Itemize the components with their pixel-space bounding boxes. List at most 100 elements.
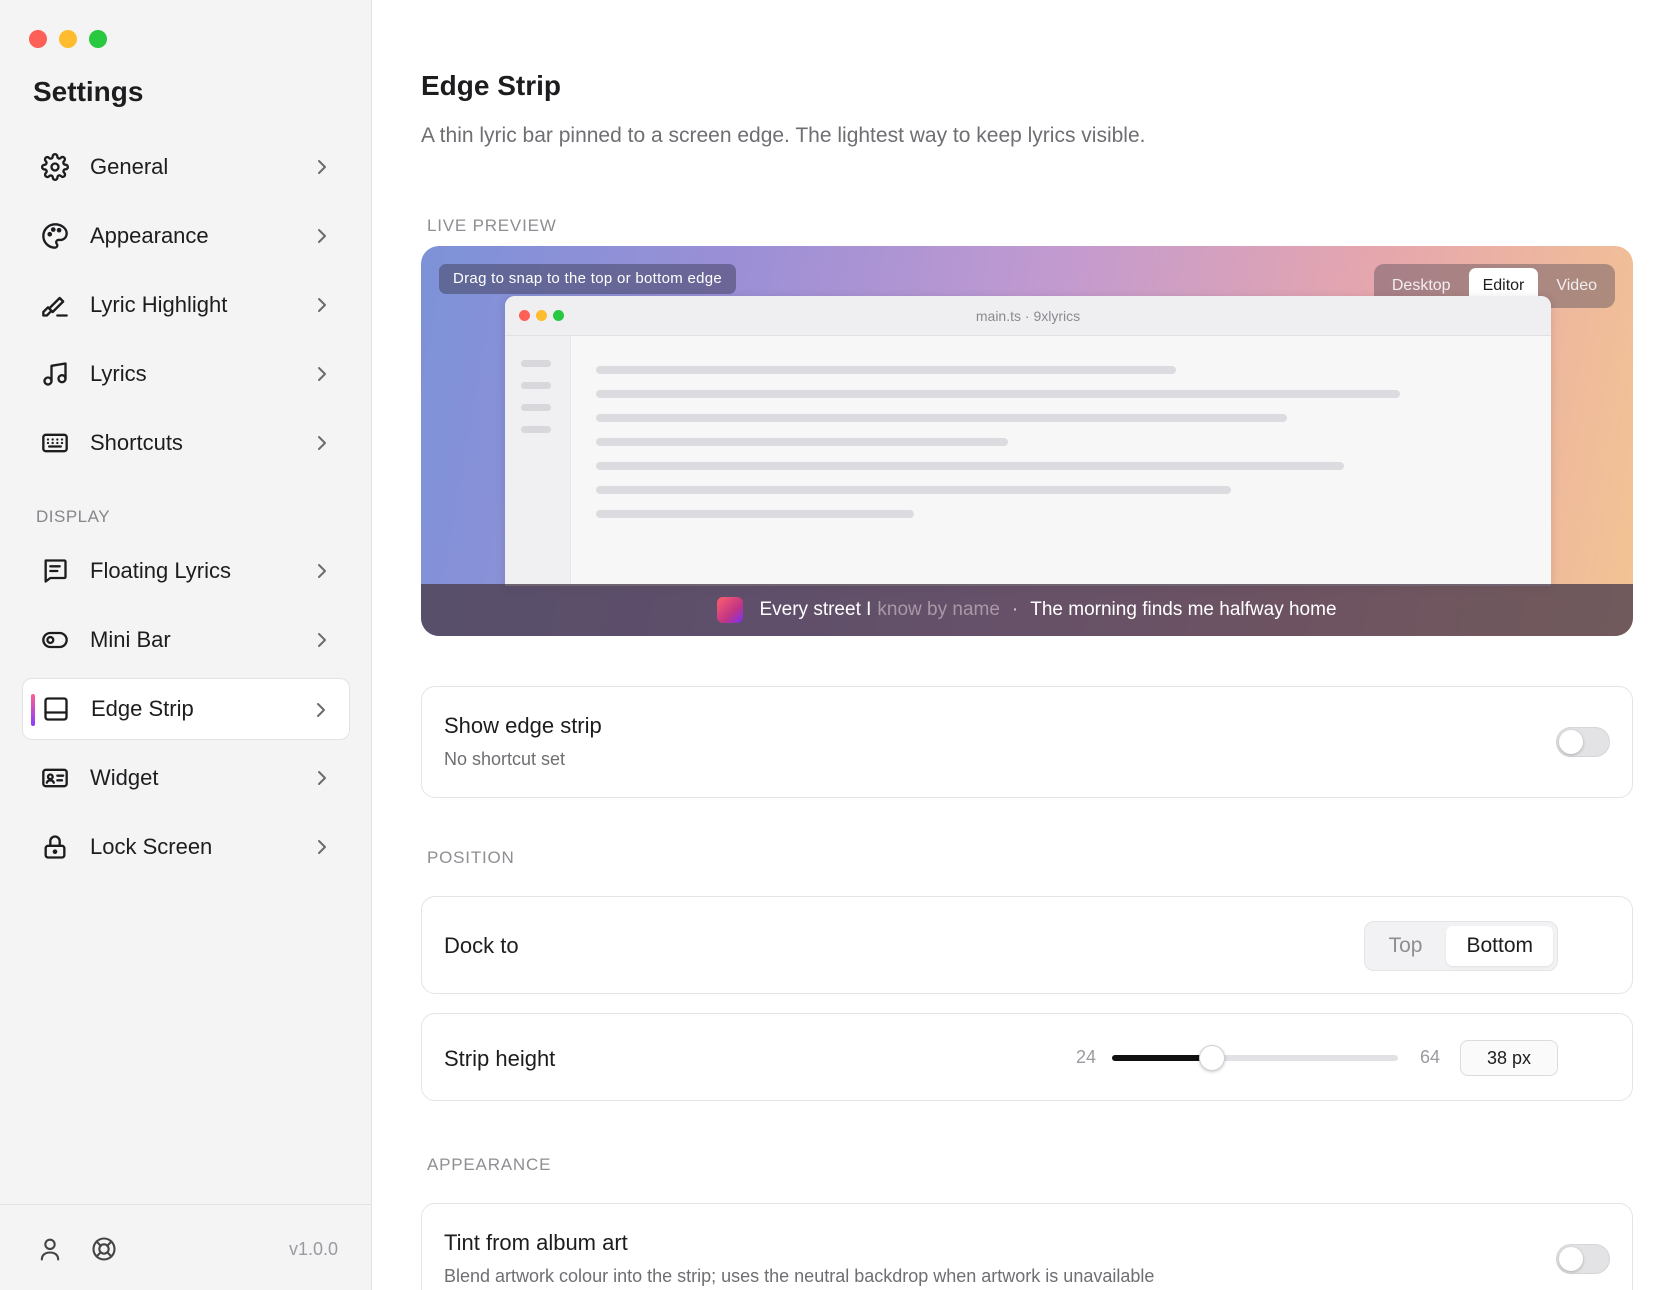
- tint-album-art-title: Tint from album art: [444, 1230, 628, 1255]
- sidebar-item-lock-screen[interactable]: Lock Screen: [22, 816, 350, 878]
- sidebar-item-floating-lyrics[interactable]: Floating Lyrics: [22, 540, 350, 602]
- preview-code-line: [596, 486, 1231, 494]
- preview-code-line: [596, 366, 1176, 374]
- dock-position-selector: Top Bottom: [1363, 921, 1558, 971]
- keyboard-icon: [40, 428, 70, 458]
- preview-window-sidebar: [505, 336, 571, 586]
- preview-window-titlebar: main.ts · 9xlyrics: [505, 296, 1551, 336]
- dock-option-bottom[interactable]: Bottom: [1446, 926, 1553, 966]
- show-edge-strip-subtitle: No shortcut set: [444, 749, 566, 769]
- live-preview[interactable]: Drag to snap to the top or bottom edge D…: [421, 246, 1633, 636]
- sidebar-item-label: Widget: [90, 765, 159, 790]
- strip-height-max: 64: [1420, 1047, 1441, 1067]
- preview-code-line: [596, 462, 1344, 470]
- preview-code-line: [596, 438, 1008, 446]
- lyric-sung-text: Every street I: [759, 599, 872, 620]
- album-art-thumbnail: [717, 597, 744, 623]
- lifebuoy-icon[interactable]: [90, 1235, 120, 1265]
- lyric-unsung-text: know by name: [877, 599, 1000, 620]
- slider-fill: [1112, 1055, 1213, 1061]
- strip-height-label: Strip height: [444, 1046, 556, 1071]
- dock-option-top[interactable]: Top: [1369, 926, 1443, 966]
- sidebar-section-display: DISPLAY: [36, 507, 111, 526]
- sidebar-item-appearance[interactable]: Appearance: [22, 205, 350, 267]
- sidebar-title: Settings: [33, 76, 144, 107]
- zoom-window-button[interactable]: [89, 30, 107, 48]
- sidebar-item-label: Shortcuts: [90, 430, 183, 455]
- dock-to-card: Dock to Top Bottom: [421, 896, 1633, 994]
- lyric-separator: ·: [1011, 599, 1019, 620]
- chevron-right-icon: [314, 227, 330, 245]
- preview-mode-video[interactable]: Video: [1542, 268, 1611, 304]
- sidebar-item-label: Appearance: [90, 223, 209, 248]
- sidebar-item-label: Lock Screen: [90, 834, 213, 859]
- close-window-button[interactable]: [29, 30, 47, 48]
- user-icon[interactable]: [36, 1235, 66, 1265]
- app-version: v1.0.0: [288, 1239, 338, 1259]
- toggle-pill-icon: [40, 625, 70, 655]
- sidebar-item-label: Floating Lyrics: [90, 558, 232, 583]
- window-controls: [29, 30, 107, 48]
- strip-height-card: Strip height 24 64 38 px: [421, 1013, 1633, 1101]
- sidebar-item-edge-strip[interactable]: Edge Strip: [22, 678, 350, 740]
- preview-window-filename: main.ts · 9xlyrics: [975, 308, 1081, 324]
- tint-album-art-card: Tint from album art Blend artwork colour…: [421, 1203, 1633, 1290]
- panel-bottom-icon: [41, 694, 71, 724]
- section-appearance: APPEARANCE: [427, 1155, 552, 1174]
- sidebar-item-widget[interactable]: Widget: [22, 747, 350, 809]
- toggle-knob: [1559, 1247, 1583, 1271]
- chevron-right-icon: [314, 838, 330, 856]
- section-live-preview: LIVE PREVIEW: [427, 216, 557, 235]
- sidebar-item-shortcuts[interactable]: Shortcuts: [22, 412, 350, 474]
- sidebar-item-general[interactable]: General: [22, 136, 350, 198]
- active-indicator: [31, 694, 35, 726]
- sidebar-item-label: Mini Bar: [90, 627, 171, 652]
- sidebar-item-label: Lyrics: [90, 361, 147, 386]
- minimize-window-button[interactable]: [59, 30, 77, 48]
- preview-edge-strip[interactable]: Every street I know by name · The mornin…: [421, 584, 1633, 636]
- chevron-right-icon: [313, 701, 329, 719]
- sidebar: Settings General Appearance Lyric Highli…: [0, 0, 372, 1290]
- page-description: A thin lyric bar pinned to a screen edge…: [421, 124, 1146, 147]
- chevron-right-icon: [314, 562, 330, 580]
- message-square-icon: [40, 556, 70, 586]
- chevron-right-icon: [314, 365, 330, 383]
- sidebar-item-lyric-highlight[interactable]: Lyric Highlight: [22, 274, 350, 336]
- slider-thumb[interactable]: [1199, 1045, 1226, 1071]
- lock-icon: [40, 832, 70, 862]
- tint-album-art-subtitle: Blend artwork colour into the strip; use…: [444, 1266, 1155, 1286]
- preview-code-line: [596, 510, 914, 518]
- preview-hint: Drag to snap to the top or bottom edge: [439, 264, 737, 294]
- sidebar-item-label: Edge Strip: [91, 696, 194, 721]
- sidebar-nav-main: General Appearance Lyric Highlight Lyric…: [22, 136, 350, 481]
- music-note-icon: [40, 359, 70, 389]
- section-position: POSITION: [427, 848, 515, 867]
- toggle-knob: [1559, 730, 1583, 754]
- show-edge-strip-title: Show edge strip: [444, 713, 602, 738]
- chevron-right-icon: [314, 296, 330, 314]
- preview-editor-window: main.ts · 9xlyrics: [505, 296, 1551, 586]
- lyric-next-line: The morning finds me halfway home: [1030, 599, 1337, 620]
- palette-icon: [40, 221, 70, 251]
- sidebar-item-label: Lyric Highlight: [90, 292, 228, 317]
- chevron-right-icon: [314, 769, 330, 787]
- gear-icon: [40, 152, 70, 182]
- chevron-right-icon: [314, 158, 330, 176]
- dock-to-label: Dock to: [444, 933, 519, 958]
- preview-code-line: [596, 414, 1287, 422]
- strip-height-min: 24: [1076, 1047, 1097, 1067]
- highlighter-icon: [40, 290, 70, 320]
- preview-code-line: [596, 390, 1400, 398]
- strip-height-slider[interactable]: [1112, 1045, 1398, 1071]
- chevron-right-icon: [314, 631, 330, 649]
- strip-height-value[interactable]: 38 px: [1460, 1040, 1558, 1076]
- tint-album-art-toggle[interactable]: [1556, 1244, 1610, 1274]
- page-title: Edge Strip: [421, 70, 562, 101]
- main-content: Edge Strip A thin lyric bar pinned to a …: [373, 0, 1680, 1290]
- sidebar-item-mini-bar[interactable]: Mini Bar: [22, 609, 350, 671]
- sidebar-item-lyrics[interactable]: Lyrics: [22, 343, 350, 405]
- sidebar-item-label: General: [90, 154, 169, 179]
- show-edge-strip-toggle[interactable]: [1556, 727, 1610, 757]
- sidebar-nav-display: Floating Lyrics Mini Bar Edge Strip Widg…: [22, 540, 350, 885]
- chevron-right-icon: [314, 434, 330, 452]
